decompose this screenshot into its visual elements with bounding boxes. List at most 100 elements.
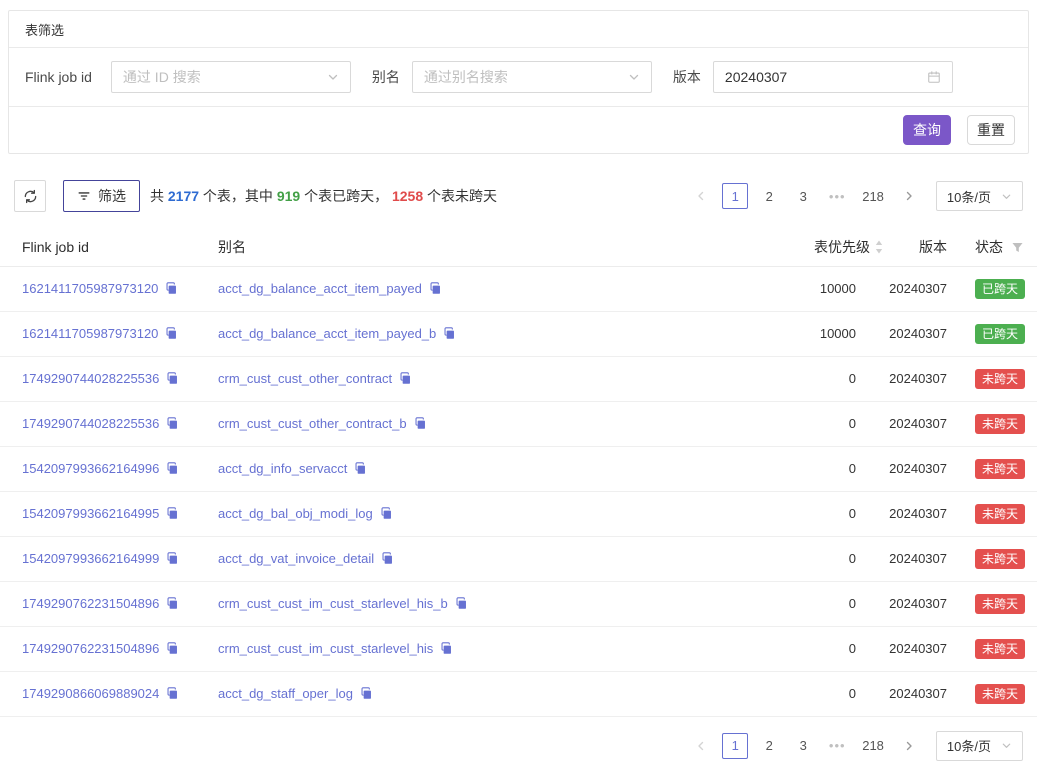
job-id-link[interactable]: 1542097993662164995 <box>22 506 159 521</box>
page-button-2[interactable]: 2 <box>756 733 782 759</box>
copy-icon-glyph <box>360 687 373 700</box>
page-button-last[interactable]: 218 <box>858 733 888 759</box>
priority-cell: 10000 <box>700 311 884 356</box>
alias-link[interactable]: acct_dg_vat_invoice_detail <box>218 551 374 566</box>
refresh-icon <box>23 189 38 204</box>
version-cell: 20240307 <box>884 671 955 716</box>
copy-icon[interactable] <box>354 462 367 475</box>
job-id-link[interactable]: 1749290744028225536 <box>22 371 159 386</box>
page-button-last[interactable]: 218 <box>858 183 888 209</box>
copy-icon-glyph <box>166 552 179 565</box>
copy-icon[interactable] <box>166 642 179 655</box>
version-input[interactable] <box>725 69 905 85</box>
job-id-link[interactable]: 1542097993662164996 <box>22 461 159 476</box>
copy-icon-glyph <box>166 687 179 700</box>
copy-icon[interactable] <box>380 507 393 520</box>
copy-icon[interactable] <box>455 597 468 610</box>
page-button-1[interactable]: 1 <box>722 183 748 209</box>
alias-link[interactable]: crm_cust_cust_other_contract <box>218 371 392 386</box>
copy-icon[interactable] <box>166 417 179 430</box>
copy-icon[interactable] <box>360 687 373 700</box>
alias-link[interactable]: crm_cust_cust_other_contract_b <box>218 416 407 431</box>
job-id-link[interactable]: 1749290866069889024 <box>22 686 159 701</box>
prev-page-button[interactable] <box>688 183 714 209</box>
prev-page-button[interactable] <box>688 733 714 759</box>
copy-icon[interactable] <box>166 507 179 520</box>
page-button-2[interactable]: 2 <box>756 183 782 209</box>
page-ellipsis[interactable]: ••• <box>824 183 850 209</box>
job-id-link[interactable]: 1749290762231504896 <box>22 641 159 656</box>
copy-icon[interactable] <box>440 642 453 655</box>
summary-prefix: 共 <box>150 188 168 204</box>
th-version: 版本 <box>884 229 955 266</box>
copy-icon[interactable] <box>165 282 178 295</box>
sort-icon[interactable] <box>874 239 884 255</box>
alias-link[interactable]: crm_cust_cust_im_cust_starlevel_his <box>218 641 433 656</box>
page-button-3[interactable]: 3 <box>790 183 816 209</box>
copy-icon[interactable] <box>166 372 179 385</box>
copy-icon[interactable] <box>166 462 179 475</box>
copy-icon[interactable] <box>166 597 179 610</box>
status-badge: 未跨天 <box>975 549 1025 569</box>
th-flink-job-id: Flink job id <box>0 229 218 266</box>
version-date-picker[interactable] <box>713 61 953 93</box>
copy-icon-glyph <box>166 462 179 475</box>
th-priority[interactable]: 表优先级 <box>700 229 884 266</box>
job-id-link[interactable]: 1749290762231504896 <box>22 596 159 611</box>
copy-icon[interactable] <box>381 552 394 565</box>
page-size-select[interactable]: 10条/页 <box>936 181 1023 211</box>
copy-icon[interactable] <box>399 372 412 385</box>
table-header-row: Flink job id 别名 表优先级 版本 状态 <box>0 229 1037 266</box>
chevron-left-icon <box>695 190 707 202</box>
uncrossed-count: 1258 <box>392 188 423 204</box>
alias-link[interactable]: acct_dg_balance_acct_item_payed <box>218 281 422 296</box>
copy-icon[interactable] <box>165 327 178 340</box>
job-id-link[interactable]: 1621411705987973120 <box>22 281 158 296</box>
priority-cell: 0 <box>700 536 884 581</box>
alias-link[interactable]: acct_dg_info_servacct <box>218 461 347 476</box>
copy-icon[interactable] <box>429 282 442 295</box>
page-button-3[interactable]: 3 <box>790 733 816 759</box>
status-badge: 未跨天 <box>975 414 1025 434</box>
query-button[interactable]: 查询 <box>903 115 951 145</box>
filter-funnel-icon[interactable] <box>1011 241 1024 254</box>
copy-icon-glyph <box>414 417 427 430</box>
next-page-button[interactable] <box>896 183 922 209</box>
alias-link[interactable]: acct_dg_balance_acct_item_payed_b <box>218 326 436 341</box>
chevron-right-icon <box>903 190 915 202</box>
refresh-button[interactable] <box>14 180 46 212</box>
copy-icon-glyph <box>455 597 468 610</box>
job-id-link[interactable]: 1621411705987973120 <box>22 326 158 341</box>
th-status: 状态 <box>955 229 1037 266</box>
version-cell: 20240307 <box>884 581 955 626</box>
table-row: 1749290762231504896 crm_cust_cust_im_cust… <box>0 581 1037 626</box>
table-body: 1621411705987973120 acct_dg_balance_acct_… <box>0 266 1037 716</box>
next-page-button[interactable] <box>896 733 922 759</box>
priority-cell: 0 <box>700 356 884 401</box>
page-size-select[interactable]: 10条/页 <box>936 731 1023 761</box>
copy-icon[interactable] <box>166 687 179 700</box>
job-id-link[interactable]: 1542097993662164999 <box>22 551 159 566</box>
version-cell: 20240307 <box>884 356 955 401</box>
flink-job-id-placeholder: 通过 ID 搜索 <box>123 67 201 87</box>
reset-button[interactable]: 重置 <box>967 115 1015 145</box>
alias-select[interactable]: 通过别名搜索 <box>412 61 652 93</box>
alias-link[interactable]: acct_dg_staff_oper_log <box>218 686 353 701</box>
copy-icon[interactable] <box>443 327 456 340</box>
filter-button[interactable]: 筛选 <box>63 180 140 212</box>
pagination-top: 1 2 3 ••• 218 10条/页 <box>684 181 1023 211</box>
page-ellipsis[interactable]: ••• <box>824 733 850 759</box>
alias-link[interactable]: crm_cust_cust_im_cust_starlevel_his_b <box>218 596 448 611</box>
copy-icon[interactable] <box>414 417 427 430</box>
copy-icon-glyph <box>166 642 179 655</box>
job-id-link[interactable]: 1749290744028225536 <box>22 416 159 431</box>
flink-job-id-select[interactable]: 通过 ID 搜索 <box>111 61 351 93</box>
priority-cell: 0 <box>700 491 884 536</box>
alias-link[interactable]: acct_dg_bal_obj_modi_log <box>218 506 373 521</box>
page-button-1[interactable]: 1 <box>722 733 748 759</box>
summary-mid1: 个表，其中 <box>199 188 277 204</box>
priority-cell: 0 <box>700 581 884 626</box>
copy-icon[interactable] <box>166 552 179 565</box>
page-size-value: 10条/页 <box>947 736 991 755</box>
summary-text: 共 2177 个表，其中 919 个表已跨天， 1258 个表未跨天 <box>150 186 497 206</box>
